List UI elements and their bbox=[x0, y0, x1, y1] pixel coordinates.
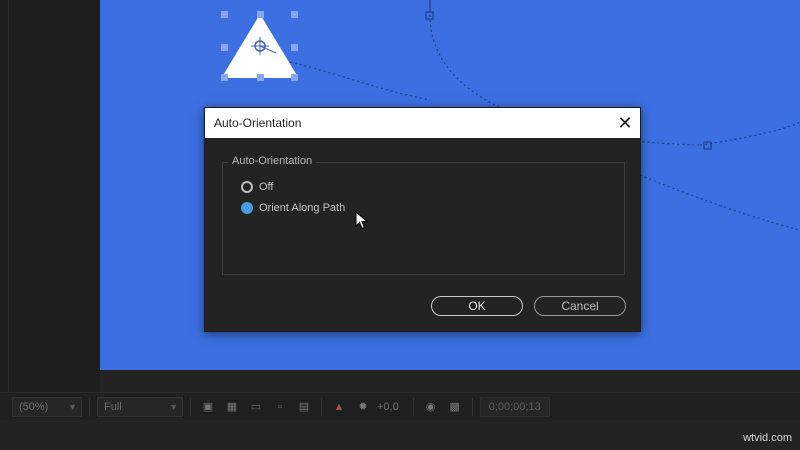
resolution-select[interactable]: Full ▼ bbox=[97, 396, 183, 417]
ok-button[interactable]: OK bbox=[431, 296, 523, 316]
dialog-title: Auto-Orientation bbox=[214, 116, 302, 130]
radio-off[interactable]: Off bbox=[241, 181, 273, 193]
timeline-area: wtvid.com bbox=[0, 420, 800, 450]
bounding-handle bbox=[221, 44, 228, 51]
dialog-titlebar[interactable]: Auto-Orientation ✕ bbox=[205, 108, 640, 138]
radio-checked-icon[interactable] bbox=[241, 202, 253, 214]
bounding-handle bbox=[221, 74, 228, 81]
radio-off-label[interactable]: Off bbox=[259, 181, 273, 193]
magnification-select[interactable]: (50%) ▼ bbox=[12, 396, 82, 417]
triangle-layer[interactable] bbox=[221, 11, 298, 81]
close-icon[interactable]: ✕ bbox=[610, 108, 640, 138]
motion-path-upper-right bbox=[699, 121, 800, 146]
guides-icon[interactable]: ▫ bbox=[270, 397, 290, 417]
radio-unchecked-icon[interactable] bbox=[241, 181, 253, 193]
bounding-handle bbox=[291, 11, 298, 18]
bounding-handle bbox=[291, 44, 298, 51]
current-time-display[interactable]: 0;00;00;13 bbox=[479, 396, 550, 417]
transparency-grid-icon[interactable]: ▦ bbox=[222, 397, 242, 417]
exposure-value[interactable]: +0,0 bbox=[377, 401, 399, 413]
bounding-handle bbox=[221, 11, 228, 18]
left-panel bbox=[0, 0, 100, 392]
motion-path-left bbox=[279, 59, 431, 101]
exposure-reset-icon[interactable]: ✹ bbox=[353, 397, 373, 417]
auto-orientation-dialog: Auto-Orientation ✕ Auto-Orientation Off … bbox=[204, 107, 641, 332]
app-window: (50%) ▼ Full ▼ ▣ ▦ ▭ ▫ ▤ ▲ ✹ +0,0 ◉ ▩ 0;… bbox=[0, 0, 800, 450]
viewer-toolbar: (50%) ▼ Full ▼ ▣ ▦ ▭ ▫ ▤ ▲ ✹ +0,0 ◉ ▩ 0;… bbox=[0, 392, 800, 420]
mask-visibility-icon[interactable]: ▭ bbox=[246, 397, 266, 417]
orientation-group-box bbox=[222, 162, 625, 275]
resolution-value: Full bbox=[104, 400, 122, 413]
bounding-handle bbox=[257, 11, 264, 18]
show-snapshot-icon[interactable]: ▩ bbox=[445, 397, 465, 417]
bounding-handle bbox=[257, 74, 264, 81]
cancel-button[interactable]: Cancel bbox=[534, 296, 626, 316]
bounding-handle bbox=[291, 74, 298, 81]
watermark: wtvid.com bbox=[743, 432, 792, 444]
radio-orient-along-path-label[interactable]: Orient Along Path bbox=[259, 202, 345, 214]
viewer-margin bbox=[100, 370, 800, 392]
magnification-value: (50%) bbox=[19, 400, 49, 413]
radio-orient-along-path[interactable]: Orient Along Path bbox=[241, 202, 345, 214]
chevron-down-icon: ▼ bbox=[169, 401, 178, 412]
motion-path-lower bbox=[639, 174, 800, 231]
region-of-interest-icon[interactable]: ▣ bbox=[198, 397, 218, 417]
chevron-down-icon: ▼ bbox=[68, 401, 77, 412]
snapshot-icon[interactable]: ◉ bbox=[421, 397, 441, 417]
color-channel-icon[interactable]: ▲ bbox=[329, 397, 349, 417]
grid-icon[interactable]: ▤ bbox=[294, 397, 314, 417]
group-label: Auto-Orientation bbox=[228, 155, 317, 167]
mouse-cursor-icon bbox=[355, 211, 369, 230]
